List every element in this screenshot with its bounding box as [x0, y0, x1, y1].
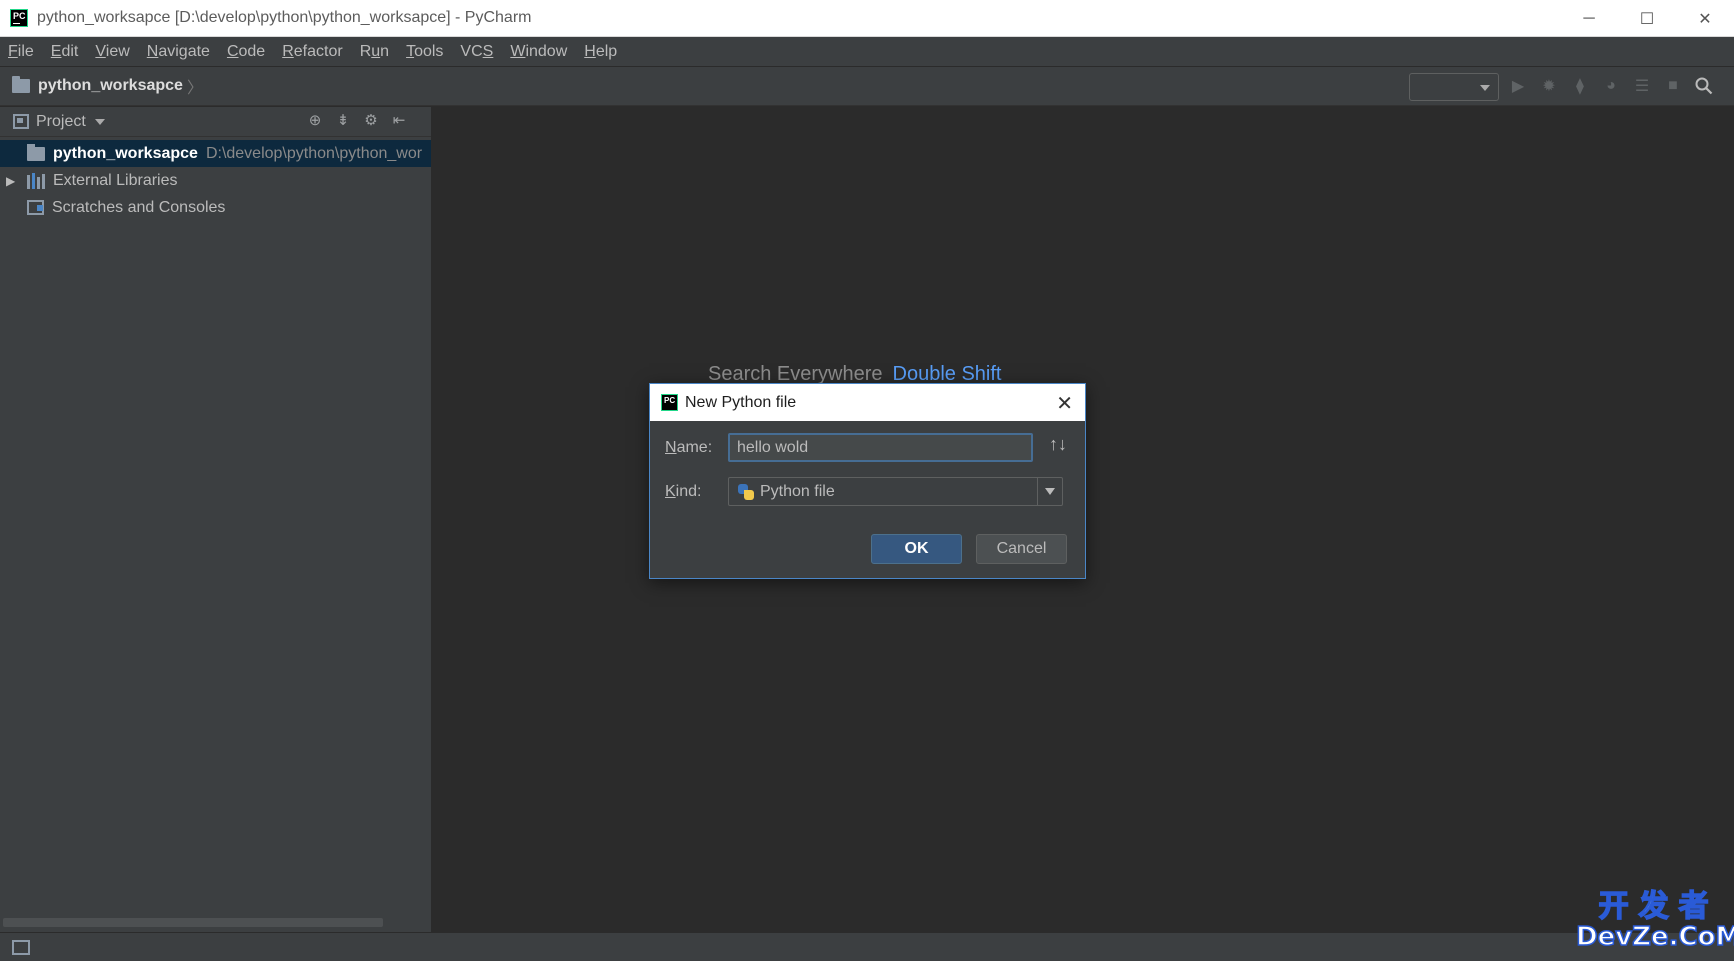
watermark-logo: 开发者 DevZe.CoM [1575, 889, 1734, 952]
run-configuration-select[interactable] [1409, 73, 1499, 101]
project-panel-header: Project ⊕ ⇟ ⚙ ⇤ [0, 107, 431, 137]
sort-icon[interactable]: ↑↓ [1049, 434, 1067, 455]
search-icon[interactable] [1693, 75, 1715, 97]
python-icon [738, 483, 754, 500]
title-bar: PC python_worksapce [D:\develop\python\p… [0, 0, 1734, 37]
hint-shortcut: Double Shift [892, 363, 1002, 385]
menu-tools[interactable]: Tools [406, 43, 443, 61]
profile-icon[interactable]: ◕ [1600, 75, 1622, 97]
ok-button[interactable]: OK [871, 534, 962, 564]
locate-icon[interactable]: ⊕ [307, 111, 323, 129]
menu-navigate[interactable]: Navigate [147, 43, 210, 61]
menu-run[interactable]: Run [360, 43, 389, 61]
folder-icon [27, 143, 45, 161]
pycharm-icon: PC [10, 9, 28, 27]
menu-code[interactable]: Code [227, 43, 265, 61]
collapse-all-icon[interactable]: ⇟ [335, 111, 351, 129]
project-view-label[interactable]: Project [36, 113, 86, 131]
expand-arrow-icon[interactable]: ▶ [6, 174, 18, 188]
project-panel-tools: ⊕ ⇟ ⚙ ⇤ [307, 111, 407, 129]
menu-view[interactable]: View [95, 43, 129, 61]
tree-item-label: External Libraries [53, 171, 178, 189]
name-input[interactable]: hello wold [728, 433, 1033, 462]
window-controls: ─ ☐ ✕ [1560, 0, 1734, 37]
menu-vcs[interactable]: VCS [460, 43, 493, 61]
new-python-file-dialog: PC New Python file ✕ Name: hello wold ↑↓… [649, 383, 1086, 579]
folder-icon [12, 76, 30, 93]
hint-text: Search Everywhere [708, 363, 883, 385]
close-button[interactable]: ✕ [1676, 0, 1734, 37]
dialog-title: New Python file [685, 393, 797, 411]
gear-icon[interactable]: ⚙ [363, 111, 379, 129]
close-icon[interactable]: ✕ [1056, 391, 1073, 416]
menu-window[interactable]: Window [510, 43, 567, 61]
project-tree: ▶ python_worksapce D:\develop\python\pyt… [0, 137, 431, 221]
build-icon[interactable]: ☰ [1631, 75, 1653, 97]
library-icon [27, 172, 45, 189]
dialog-title-bar: PC New Python file ✕ [650, 384, 1085, 421]
watermark-line2: DevZe.CoM [1575, 922, 1734, 952]
minimize-button[interactable]: ─ [1560, 0, 1618, 37]
toolbar-actions: ▶ ✹ ⧫ ◕ ☰ ■ [1507, 75, 1715, 97]
tree-item-scratches[interactable]: ▶ Scratches and Consoles [0, 194, 431, 221]
tree-item-label: Scratches and Consoles [52, 198, 226, 216]
navigation-bar: python_worksapce 〉 ▶ ✹ ⧫ ◕ ☰ ■ [0, 66, 1734, 106]
tree-item-label: python_worksapce [53, 144, 198, 162]
debug-icon[interactable]: ✹ [1538, 75, 1560, 97]
kind-value: Python file [760, 482, 835, 500]
project-icon [13, 114, 29, 129]
kind-label: Kind: [665, 483, 702, 500]
chevron-down-icon[interactable] [94, 118, 105, 125]
cancel-button[interactable]: Cancel [976, 534, 1067, 564]
chevron-down-icon[interactable] [1045, 488, 1055, 495]
menu-edit[interactable]: Edit [51, 43, 79, 61]
coverage-icon[interactable]: ⧫ [1569, 75, 1591, 97]
tool-windows-icon[interactable] [12, 940, 30, 955]
name-row: Name: [665, 439, 712, 457]
project-tool-window: Project ⊕ ⇟ ⚙ ⇤ ▶ python_worksapce D:\de… [0, 107, 432, 932]
maximize-button[interactable]: ☐ [1618, 0, 1676, 37]
menu-file[interactable]: File [8, 43, 34, 61]
name-label: Name: [665, 439, 713, 456]
run-icon[interactable]: ▶ [1507, 75, 1529, 97]
menu-bar: File Edit View Navigate Code Refactor Ru… [0, 37, 1734, 66]
scratch-icon [27, 200, 44, 215]
horizontal-scrollbar[interactable] [3, 918, 383, 927]
kind-select[interactable]: Python file [728, 477, 1063, 506]
hide-icon[interactable]: ⇤ [391, 111, 407, 129]
watermark-line1: 开发者 [1598, 889, 1719, 924]
breadcrumb-separator: 〉 [186, 80, 203, 97]
window-title: python_worksapce [D:\develop\python\pyth… [37, 9, 532, 26]
kind-row: Kind: [665, 483, 701, 501]
pycharm-icon: PC [661, 394, 678, 411]
menu-help[interactable]: Help [584, 43, 617, 61]
tree-item-external-libraries[interactable]: ▶ External Libraries [0, 167, 431, 194]
status-bar [0, 932, 1734, 961]
menu-refactor[interactable]: Refactor [282, 43, 342, 61]
stop-icon[interactable]: ■ [1662, 75, 1684, 97]
chevron-down-icon [1480, 85, 1490, 91]
tree-item-project-root[interactable]: ▶ python_worksapce D:\develop\python\pyt… [0, 140, 431, 167]
tree-item-path: D:\develop\python\python_wor [205, 144, 423, 162]
breadcrumb-project[interactable]: python_worksapce [38, 77, 183, 95]
